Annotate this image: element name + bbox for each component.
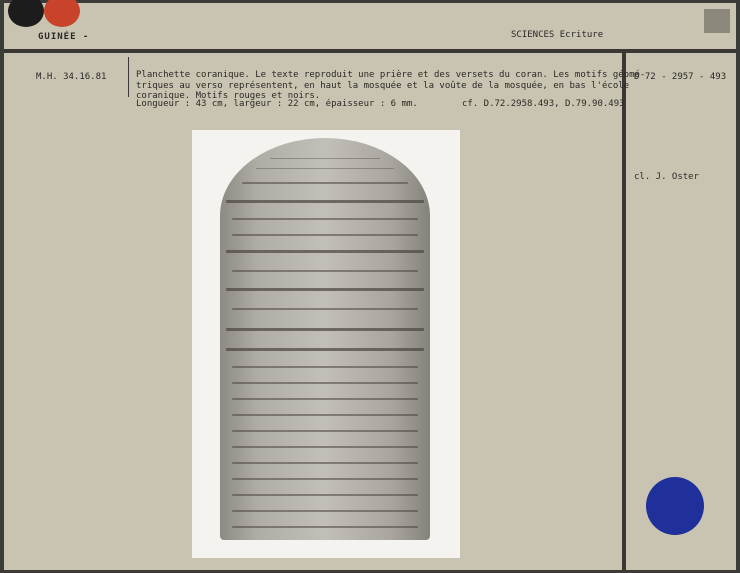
blue-marker-dot [646,477,704,535]
description-line: triques au verso représentent, en haut l… [136,80,630,91]
catalog-card: GUINÉE - SCIENCES Ecriture M.H. 34.16.81… [4,0,736,570]
header-divider [4,49,736,53]
photo-number: D 72 - 2957 - 493 [634,72,727,82]
country-label: GUINÉE - [38,32,90,42]
black-marker-dot [8,0,44,27]
corner-tab [704,9,730,33]
inventory-number: M.H. 34.16.81 [36,72,107,82]
description: Planchette coranique. Le texte reproduit… [136,70,646,102]
right-column-divider [622,53,626,570]
photo-mount [192,130,460,558]
description-line: Planchette coranique. Le texte reproduit… [136,70,646,80]
category-label: SCIENCES Ecriture [511,30,604,40]
left-tick [128,57,129,97]
dimensions: Longueur : 43 cm, largeur : 22 cm, épais… [136,99,418,109]
koranic-tablet-photo [220,138,430,540]
photographer-credit: cl. J. Oster [634,172,700,182]
cross-reference: cf. D.72.2958.493, D.79.90.493 [462,99,625,109]
red-marker-dot [44,0,80,27]
